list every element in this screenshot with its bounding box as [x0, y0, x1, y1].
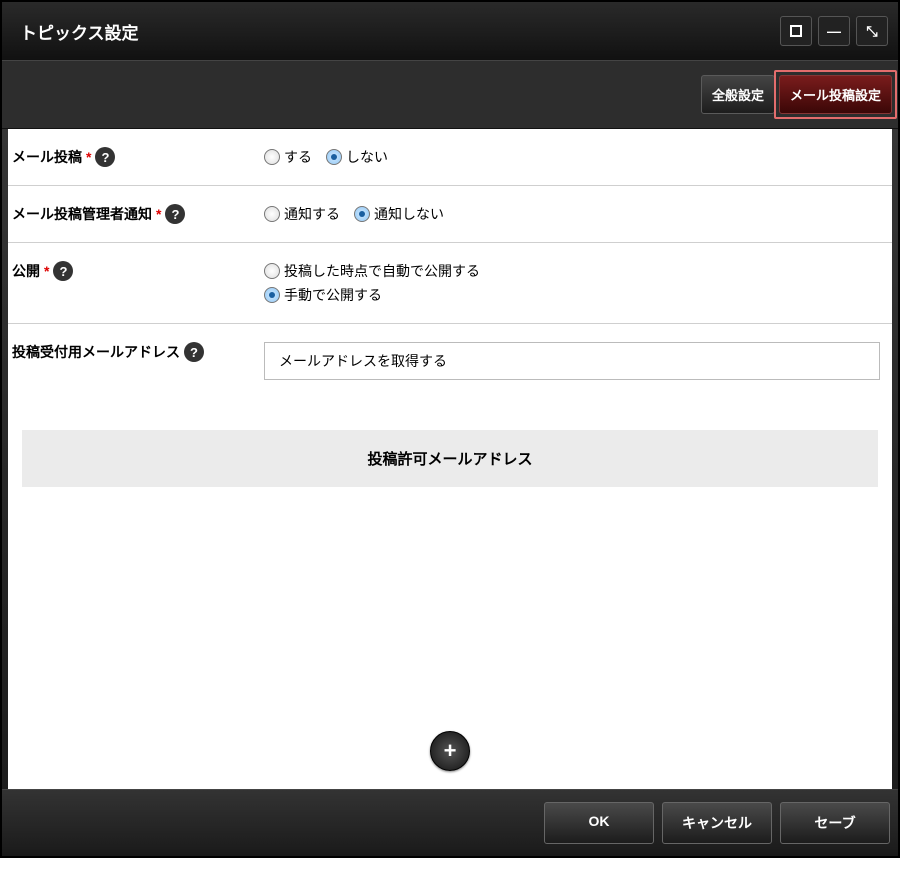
radio-label: 通知しない	[374, 204, 444, 224]
required-mark: *	[156, 206, 161, 222]
maximize-icon	[790, 25, 802, 37]
help-icon[interactable]: ?	[165, 204, 185, 224]
minimize-button[interactable]: —	[818, 16, 850, 46]
ok-button[interactable]: OK	[544, 802, 654, 844]
help-icon[interactable]: ?	[95, 147, 115, 167]
field-admin-notify: 通知する 通知しない	[264, 204, 880, 224]
row-mail-post: メール投稿 * ? する しない	[8, 129, 892, 186]
add-address-button[interactable]: +	[430, 731, 470, 771]
add-button-wrap: +	[8, 731, 892, 771]
radio-publish-manual-line: 手動で公開する	[264, 285, 880, 305]
radio-label: 通知する	[284, 204, 340, 224]
radio-mail-post-no[interactable]: しない	[326, 147, 388, 167]
plus-icon: +	[444, 740, 457, 762]
row-mail-address: 投稿受付用メールアドレス ? メールアドレスを取得する	[8, 324, 892, 398]
row-publish: 公開 * ? 投稿した時点で自動で公開する 手動で公開する	[8, 243, 892, 324]
radio-icon	[264, 287, 280, 303]
label-text: メール投稿	[12, 147, 82, 167]
field-publish: 投稿した時点で自動で公開する 手動で公開する	[264, 261, 880, 305]
radio-group-mail-post: する しない	[264, 147, 880, 167]
radio-icon	[354, 206, 370, 222]
dialog-title: トピックス設定	[20, 19, 139, 44]
help-icon[interactable]: ?	[53, 261, 73, 281]
dialog-window: トピックス設定 — ⤡ 全般設定 メール投稿設定 メール投稿 * ?	[0, 0, 900, 858]
title-bar: トピックス設定 — ⤡	[2, 2, 898, 60]
radio-icon	[264, 206, 280, 222]
resize-icon: ⤡	[866, 23, 877, 40]
radio-admin-notify-no[interactable]: 通知しない	[354, 204, 444, 224]
radio-admin-notify-yes[interactable]: 通知する	[264, 204, 340, 224]
radio-label: しない	[346, 147, 388, 167]
row-admin-notify: メール投稿管理者通知 * ? 通知する 通知しない	[8, 186, 892, 243]
label-text: メール投稿管理者通知	[12, 204, 152, 224]
radio-label: 投稿した時点で自動で公開する	[284, 261, 480, 281]
tab-bar: 全般設定 メール投稿設定	[2, 60, 898, 129]
label-mail-address: 投稿受付用メールアドレス ?	[12, 342, 264, 362]
section-allowed-addresses: 投稿許可メールアドレス	[22, 430, 878, 487]
required-mark: *	[44, 263, 49, 279]
tab-mail-post-settings[interactable]: メール投稿設定	[779, 75, 892, 114]
radio-label: 手動で公開する	[284, 285, 382, 305]
title-controls: — ⤡	[780, 16, 888, 46]
radio-publish-auto-line: 投稿した時点で自動で公開する	[264, 261, 880, 281]
radio-icon	[264, 149, 280, 165]
required-mark: *	[86, 149, 91, 165]
tab-mail-post-label: メール投稿設定	[790, 88, 881, 103]
help-icon[interactable]: ?	[184, 342, 204, 362]
label-admin-notify: メール投稿管理者通知 * ?	[12, 204, 264, 224]
radio-label: する	[284, 147, 312, 167]
maximize-button[interactable]	[780, 16, 812, 46]
radio-publish-auto[interactable]: 投稿した時点で自動で公開する	[264, 261, 480, 281]
cancel-button[interactable]: キャンセル	[662, 802, 772, 844]
resize-button[interactable]: ⤡	[856, 16, 888, 46]
radio-icon	[264, 263, 280, 279]
minimize-icon: —	[827, 23, 841, 39]
label-publish: 公開 * ?	[12, 261, 264, 281]
save-button[interactable]: セーブ	[780, 802, 890, 844]
field-mail-address: メールアドレスを取得する	[264, 342, 880, 380]
get-mail-address-button[interactable]: メールアドレスを取得する	[264, 342, 880, 380]
content-area: メール投稿 * ? する しない メール投稿管理者	[8, 129, 892, 789]
field-mail-post: する しない	[264, 147, 880, 167]
label-text: 投稿受付用メールアドレス	[12, 342, 180, 362]
radio-icon	[326, 149, 342, 165]
radio-group-admin-notify: 通知する 通知しない	[264, 204, 880, 224]
radio-publish-manual[interactable]: 手動で公開する	[264, 285, 382, 305]
label-mail-post: メール投稿 * ?	[12, 147, 264, 167]
label-text: 公開	[12, 261, 40, 281]
tab-general-settings[interactable]: 全般設定	[701, 75, 775, 114]
radio-mail-post-yes[interactable]: する	[264, 147, 312, 167]
dialog-footer: OK キャンセル セーブ	[2, 789, 898, 856]
